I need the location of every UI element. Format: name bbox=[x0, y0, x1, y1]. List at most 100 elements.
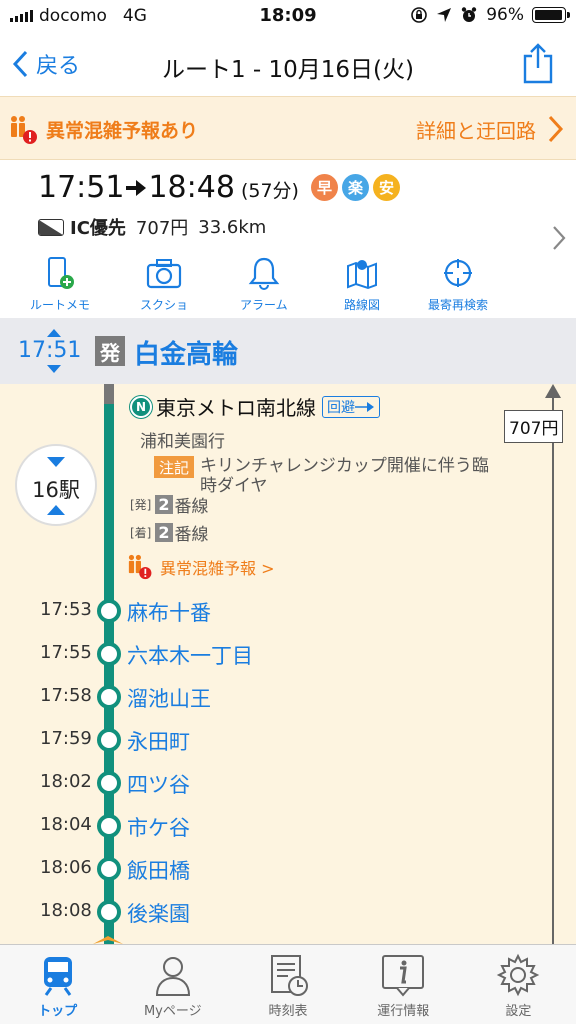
route-summary[interactable]: 17:51 18:48 (57分) 早楽安 IC優先 707円 33.6km ル… bbox=[0, 160, 576, 318]
summary-duration: (57分) bbox=[240, 180, 299, 202]
stop-time: 17:53 bbox=[40, 599, 92, 620]
tab-service-info[interactable]: 運行情報 bbox=[346, 945, 461, 1024]
timetable-icon bbox=[271, 955, 308, 996]
arrow-right-icon bbox=[355, 401, 374, 412]
route-badges: 早楽安 bbox=[310, 174, 400, 201]
route-memo-label: ルートメモ bbox=[30, 298, 91, 312]
track-dep-suffix: 番線 bbox=[174, 497, 209, 517]
stop-row[interactable]: 18:04 市ケ谷 bbox=[0, 810, 576, 840]
departure-marker: 発 bbox=[95, 336, 125, 366]
ic-card-icon bbox=[38, 218, 64, 236]
stop-name[interactable]: 市ケ谷 bbox=[127, 812, 190, 842]
summary-fare: 707円 bbox=[135, 218, 189, 239]
congestion-forecast-link[interactable]: 異常混雑予報 > bbox=[128, 554, 275, 580]
station-count: 16駅 bbox=[32, 478, 80, 502]
departure-station[interactable]: 白金高輪 bbox=[134, 334, 238, 371]
stop-row[interactable]: 17:53 麻布十番 bbox=[0, 595, 576, 625]
stop-dot bbox=[97, 857, 121, 881]
line-mark: N bbox=[130, 395, 152, 418]
route-map-button[interactable]: 路線図 bbox=[344, 256, 380, 313]
departure-track: [発] 2 番線 bbox=[130, 492, 209, 517]
chevron-down-icon bbox=[47, 457, 65, 467]
stop-dot bbox=[97, 814, 121, 838]
track-dep-number: 2 bbox=[155, 495, 173, 514]
location-icon bbox=[437, 8, 452, 22]
departure-time: 17:51 bbox=[18, 338, 82, 363]
rail-line-start bbox=[104, 384, 114, 404]
battery-percent: 96% bbox=[486, 5, 524, 25]
route-times: 17:51 18:48 (57分) 早楽安 bbox=[38, 170, 400, 205]
avoid-button[interactable]: 回避 bbox=[322, 395, 380, 418]
chevron-right-icon bbox=[553, 226, 566, 250]
tab-timetable[interactable]: 時刻表 bbox=[230, 945, 345, 1024]
stop-time: 18:06 bbox=[40, 857, 92, 878]
share-button[interactable] bbox=[522, 42, 554, 88]
tab-mypage-label: Myページ bbox=[143, 1004, 202, 1019]
note: 注記 キリンチャレンジカップ開催に伴う臨時ダイヤ bbox=[154, 456, 500, 497]
chevron-up-icon bbox=[47, 505, 65, 515]
stop-name[interactable]: 永田町 bbox=[127, 726, 190, 756]
note-tag: 注記 bbox=[154, 456, 195, 478]
avoid-label: 回避 bbox=[327, 399, 355, 416]
tab-top[interactable]: トップ bbox=[0, 945, 115, 1024]
tab-settings-label: 設定 bbox=[505, 1004, 532, 1019]
departure-row[interactable]: 17:51 発 白金高輪 bbox=[0, 318, 576, 384]
nearest-research-button[interactable]: 最寄再検索 bbox=[428, 256, 488, 313]
tab-service-info-label: 運行情報 bbox=[377, 1004, 430, 1019]
track-arr-number: 2 bbox=[155, 523, 173, 542]
stop-name[interactable]: 飯田橋 bbox=[127, 855, 190, 885]
camera-icon bbox=[146, 259, 182, 289]
stop-row[interactable]: 18:06 飯田橋 bbox=[0, 853, 576, 883]
fare-row: IC優先 707円 33.6km bbox=[38, 214, 266, 240]
screenshot-button[interactable]: スクショ bbox=[140, 256, 188, 313]
line-name[interactable]: 東京メトロ南北線 bbox=[156, 392, 316, 421]
summary-depart-time: 17:51 bbox=[38, 170, 125, 205]
track-arr-suffix: 番線 bbox=[174, 525, 209, 545]
congestion-alert-label: 異常混雑予報あり bbox=[46, 120, 199, 142]
route-badge: 楽 bbox=[341, 174, 369, 201]
stop-name[interactable]: 六本木一丁目 bbox=[127, 640, 253, 670]
summary-arrive-time: 18:48 bbox=[148, 170, 235, 205]
track-arr-label: [着] bbox=[130, 526, 152, 540]
tab-mypage[interactable]: Myページ bbox=[115, 945, 230, 1024]
stop-time: 18:08 bbox=[40, 900, 92, 921]
arrival-marker-icon bbox=[93, 936, 123, 944]
share-icon bbox=[523, 43, 553, 84]
stop-row[interactable]: 17:55 六本木一丁目 bbox=[0, 638, 576, 668]
detail-detour-link[interactable]: 詳細と迂回路 bbox=[416, 115, 536, 144]
stop-row[interactable]: 18:02 四ツ谷 bbox=[0, 767, 576, 797]
gear-icon bbox=[497, 953, 540, 997]
stop-name[interactable]: 四ツ谷 bbox=[127, 769, 190, 799]
train-icon bbox=[43, 957, 72, 996]
stop-dot bbox=[97, 728, 121, 752]
station-count-toggle[interactable]: 16駅 bbox=[15, 444, 97, 526]
route-badge: 早 bbox=[310, 174, 338, 201]
stop-name[interactable]: 溜池山王 bbox=[127, 683, 211, 713]
route-detail: N 東京メトロ南北線 回避 浦和美園行 注記 キリンチャレンジカップ開催に伴う臨… bbox=[0, 384, 576, 944]
route-memo-button[interactable]: ルートメモ bbox=[30, 256, 90, 313]
phone-plus-icon bbox=[48, 257, 74, 289]
congestion-warning-icon bbox=[11, 116, 37, 144]
stop-name[interactable]: 麻布十番 bbox=[127, 597, 211, 627]
stop-row[interactable]: 17:58 溜池山王 bbox=[0, 681, 576, 711]
rotation-lock-icon bbox=[411, 7, 428, 23]
segment-fare: 707円 bbox=[504, 410, 564, 443]
battery-icon bbox=[532, 7, 570, 23]
stop-time: 18:04 bbox=[40, 814, 92, 835]
alarm-button[interactable]: アラーム bbox=[240, 256, 288, 313]
stop-dot bbox=[97, 642, 121, 666]
route-map-label: 路線図 bbox=[344, 298, 381, 312]
tab-bar: トップ Myページ 時刻表 運行情報 設定 bbox=[0, 944, 576, 1024]
stop-row[interactable]: 17:59 永田町 bbox=[0, 724, 576, 754]
stop-name[interactable]: 後楽園 bbox=[127, 898, 190, 928]
arrival-track: [着] 2 番線 bbox=[130, 520, 209, 545]
stop-row[interactable]: 18:08 後楽園 bbox=[0, 896, 576, 926]
stop-dot bbox=[97, 771, 121, 795]
line-info: N 東京メトロ南北線 回避 浦和美園行 注記 キリンチャレンジカップ開催に伴う臨… bbox=[130, 392, 500, 497]
destination: 浦和美園行 bbox=[140, 432, 225, 452]
ic-priority-label: IC優先 bbox=[70, 218, 126, 239]
tab-settings[interactable]: 設定 bbox=[461, 945, 576, 1024]
info-icon bbox=[382, 955, 425, 997]
tab-timetable-label: 時刻表 bbox=[268, 1004, 308, 1019]
congestion-alert-bar[interactable]: 異常混雑予報あり 詳細と迂回路 bbox=[0, 96, 576, 160]
